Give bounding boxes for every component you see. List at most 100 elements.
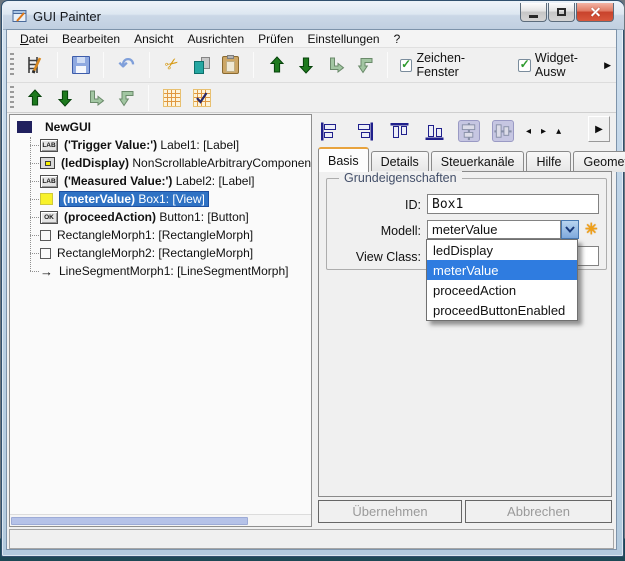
arrow-up-icon: [25, 88, 45, 108]
center-horizontal-button[interactable]: [458, 120, 480, 142]
separator: [148, 85, 149, 111]
widget-auswahl-label: Widget-Ausw: [535, 51, 606, 79]
rectangle-widget-icon: [40, 230, 51, 241]
menubar: Datei Bearbeiten Ansicht Ausrichten Prüf…: [7, 30, 616, 48]
main-toolbar: ↶ ✂ ✓ Zeichen-Fenster ✓ Widget-Ausw ▶: [7, 48, 616, 83]
center-vertical-icon: [493, 121, 513, 142]
tab-hilfe[interactable]: Hilfe: [526, 151, 571, 172]
browser-button[interactable]: [20, 51, 49, 79]
menu-pruefen[interactable]: Prüfen: [251, 31, 300, 47]
menu-ansicht[interactable]: Ansicht: [127, 31, 180, 47]
widget-tree-panel: NewGUI LAB ('Trigger Value:') Label1: [L…: [9, 114, 312, 527]
menu-ausrichten[interactable]: Ausrichten: [180, 31, 251, 47]
titlebar[interactable]: GUI Painter: [3, 2, 624, 30]
align-right-icon: [354, 121, 375, 142]
dropdown-item-proceedaction[interactable]: proceedAction: [427, 280, 577, 300]
id-input[interactable]: [427, 194, 599, 214]
nav-right-icon[interactable]: ▸: [541, 126, 546, 137]
model-combobox[interactable]: meterValue: [427, 220, 561, 239]
move-into-button[interactable]: [321, 51, 350, 79]
paste-button[interactable]: [216, 51, 245, 79]
align-left-button[interactable]: [318, 120, 340, 142]
align-right-button[interactable]: [353, 120, 375, 142]
panel-overflow-button[interactable]: ▶: [588, 116, 610, 142]
maximize-button[interactable]: [548, 3, 575, 22]
tree-item-rectanglemorph2[interactable]: RectangleMorph2: [RectangleMorph]: [10, 244, 311, 262]
arrow-into-icon: [325, 55, 345, 75]
line-arrow-icon: →: [40, 265, 53, 278]
dropdown-item-metervalue-selected[interactable]: meterValue: [427, 260, 577, 280]
align-top-icon: [389, 121, 410, 142]
align-bottom-button[interactable]: [423, 120, 445, 142]
undo-button[interactable]: ↶: [112, 51, 141, 79]
scissors-icon: ✂: [163, 55, 183, 76]
menu-einstellungen[interactable]: Einstellungen: [301, 31, 387, 47]
move-out-button[interactable]: [350, 51, 379, 79]
grid-snap-button[interactable]: [187, 86, 217, 110]
move-down-button[interactable]: [292, 51, 321, 79]
tree-item-box1-selected[interactable]: (meterValue) Box1: [View]: [10, 190, 311, 208]
move-down-button-2[interactable]: [50, 86, 80, 110]
tree-item-rectanglemorph1[interactable]: RectangleMorph1: [RectangleMorph]: [10, 226, 311, 244]
center-vertical-button[interactable]: [492, 120, 514, 142]
tab-details[interactable]: Details: [371, 151, 429, 172]
tab-steuerkanaele[interactable]: Steuerkanäle: [431, 151, 525, 172]
menu-datei[interactable]: Datei: [13, 31, 55, 47]
tree-item-label2[interactable]: LAB ('Measured Value:') Label2: [Label]: [10, 172, 311, 190]
tree-item-linesegmentmorph1[interactable]: → LineSegmentMorph1: [LineSegmentMorph]: [10, 262, 311, 280]
tree-horizontal-scrollbar[interactable]: [10, 514, 311, 526]
move-up-button-2[interactable]: [20, 86, 50, 110]
grid-check-icon: [193, 89, 211, 107]
undo-icon: ↶: [119, 56, 135, 75]
id-label: ID:: [325, 198, 421, 212]
app-icon: [12, 8, 28, 24]
arrow-down-icon: [55, 88, 75, 108]
dropdown-item-leddisplay[interactable]: ledDisplay: [427, 240, 577, 260]
scrollbar-thumb[interactable]: [11, 517, 248, 525]
arrow-out-icon: [354, 55, 374, 75]
copy-button[interactable]: [187, 51, 216, 79]
view-widget-icon: [40, 193, 53, 205]
separator: [103, 52, 104, 78]
move-up-button[interactable]: [262, 51, 291, 79]
tree-item-leddisplay[interactable]: (ledDisplay) NonScrollableArbitraryCompo…: [10, 154, 311, 172]
model-assist-button[interactable]: ✳: [585, 222, 598, 237]
cut-button[interactable]: ✂: [158, 51, 187, 79]
separator: [387, 52, 388, 78]
widget-auswahl-checkbox[interactable]: ✓ Widget-Ausw: [518, 51, 616, 79]
nav-up-icon[interactable]: ▴: [556, 126, 561, 137]
toolbar-overflow-icon[interactable]: ▶: [604, 60, 611, 71]
align-top-button[interactable]: [388, 120, 410, 142]
label-widget-icon: LAB: [40, 175, 58, 188]
grid-icon: [163, 89, 181, 107]
label-widget-icon: LAB: [40, 139, 58, 152]
tree-item-label1[interactable]: LAB ('Trigger Value:') Label1: [Label]: [10, 136, 311, 154]
basis-tab-panel: Grundeigenschaften ID: Modell: View Clas…: [318, 171, 612, 497]
save-button[interactable]: [66, 51, 95, 79]
tab-geometrie[interactable]: Geometrie: [573, 151, 625, 172]
floppy-icon: [72, 56, 90, 74]
apply-button[interactable]: Übernehmen: [318, 500, 462, 523]
grid-button[interactable]: [157, 86, 187, 110]
cancel-button[interactable]: Abbrechen: [465, 500, 612, 523]
window-widget-icon: [17, 121, 32, 133]
minimize-button[interactable]: [520, 3, 547, 22]
checkbox-checked-icon: ✓: [518, 59, 531, 72]
tab-basis[interactable]: Basis: [318, 147, 369, 172]
dropdown-item-proceedbuttonenabled[interactable]: proceedButtonEnabled: [427, 300, 577, 320]
nav-left-icon[interactable]: ◂: [526, 126, 531, 137]
tree-item-button1[interactable]: OK (proceedAction) Button1: [Button]: [10, 208, 311, 226]
move-into-button-2[interactable]: [80, 86, 110, 110]
arrow-up-icon: [267, 55, 287, 75]
separator: [253, 52, 254, 78]
menu-bearbeiten[interactable]: Bearbeiten: [55, 31, 127, 47]
model-dropdown-button[interactable]: [561, 220, 579, 239]
checkbox-checked-icon: ✓: [400, 59, 413, 72]
menu-help[interactable]: ?: [387, 31, 408, 47]
close-button[interactable]: [576, 3, 614, 22]
tree-root-newgui[interactable]: NewGUI: [10, 118, 311, 136]
window-title: GUI Painter: [33, 9, 101, 24]
zeichen-fenster-checkbox[interactable]: ✓ Zeichen-Fenster: [400, 51, 514, 79]
arrow-down-icon: [296, 55, 316, 75]
move-out-button-2[interactable]: [110, 86, 140, 110]
